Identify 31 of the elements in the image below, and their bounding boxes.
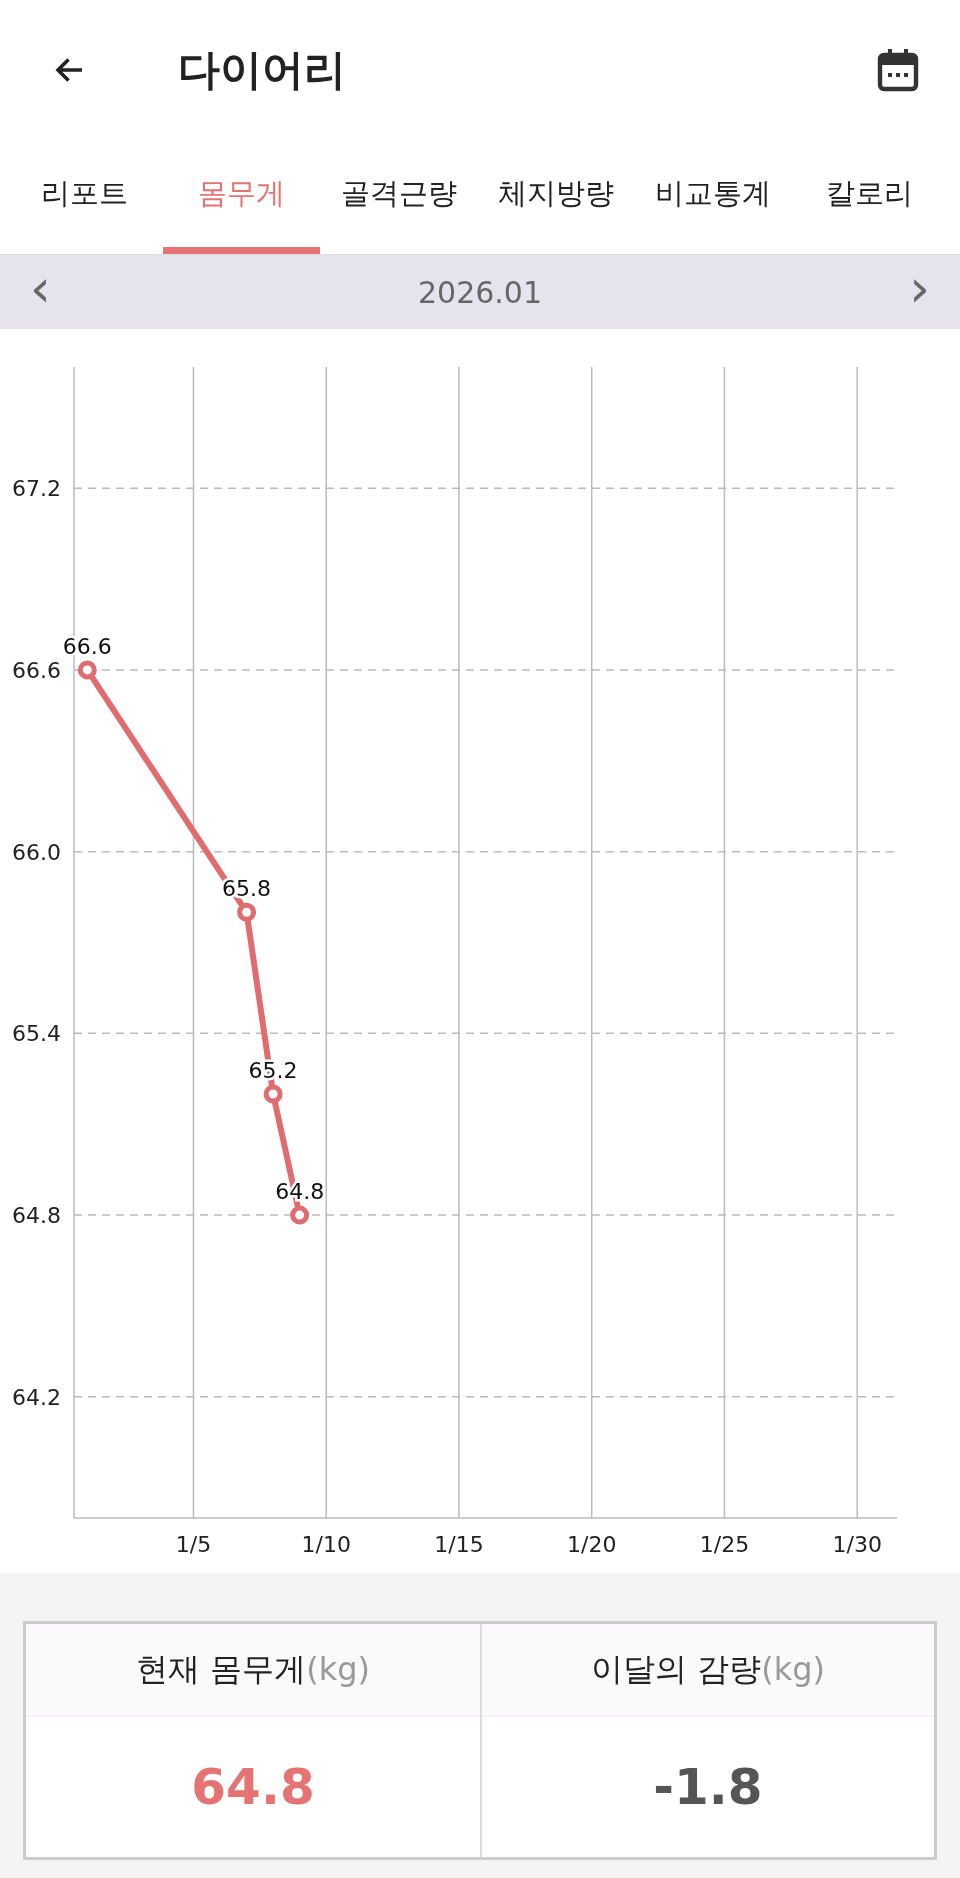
x-axis-label: 1/30	[832, 1532, 882, 1557]
previous-month-button[interactable]: ‹	[20, 262, 61, 322]
y-axis-label: 66.0	[12, 839, 61, 865]
tab[interactable]: 리포트	[6, 140, 163, 254]
tab[interactable]: 골격근량	[320, 140, 477, 254]
x-axis-label: 1/20	[567, 1532, 617, 1557]
x-axis-label: 1/15	[434, 1532, 484, 1557]
data-point	[263, 1084, 283, 1104]
y-axis-label: 65.4	[12, 1021, 61, 1047]
data-label: 66.6	[62, 633, 112, 659]
summary-heading: 현재 몸무게(kg)	[136, 1649, 370, 1690]
x-axis-label: 1/5	[175, 1532, 212, 1557]
y-axis-label: 67.2	[12, 476, 61, 502]
y-axis-label: 64.8	[12, 1203, 61, 1229]
calendar-icon[interactable]	[876, 47, 920, 93]
summary-value: 64.8	[191, 1758, 315, 1816]
tab[interactable]: 칼로리	[791, 140, 948, 254]
data-point	[77, 660, 97, 680]
next-month-button[interactable]: ›	[899, 262, 940, 322]
data-point	[290, 1205, 310, 1225]
tab[interactable]: 체지방량	[477, 140, 634, 254]
x-axis-label: 1/10	[301, 1532, 351, 1557]
x-axis-label: 1/25	[699, 1532, 750, 1557]
summary-heading: 이달의 감량(kg)	[591, 1649, 825, 1690]
y-axis-label: 64.2	[12, 1384, 61, 1410]
month-label: 2026.01	[417, 274, 543, 310]
page-title: 다이어리	[178, 44, 347, 96]
y-axis-label: 66.6	[12, 657, 61, 683]
tab[interactable]: 비교통계	[634, 140, 791, 254]
data-point	[237, 902, 257, 922]
summary-value: -1.8	[653, 1758, 763, 1816]
